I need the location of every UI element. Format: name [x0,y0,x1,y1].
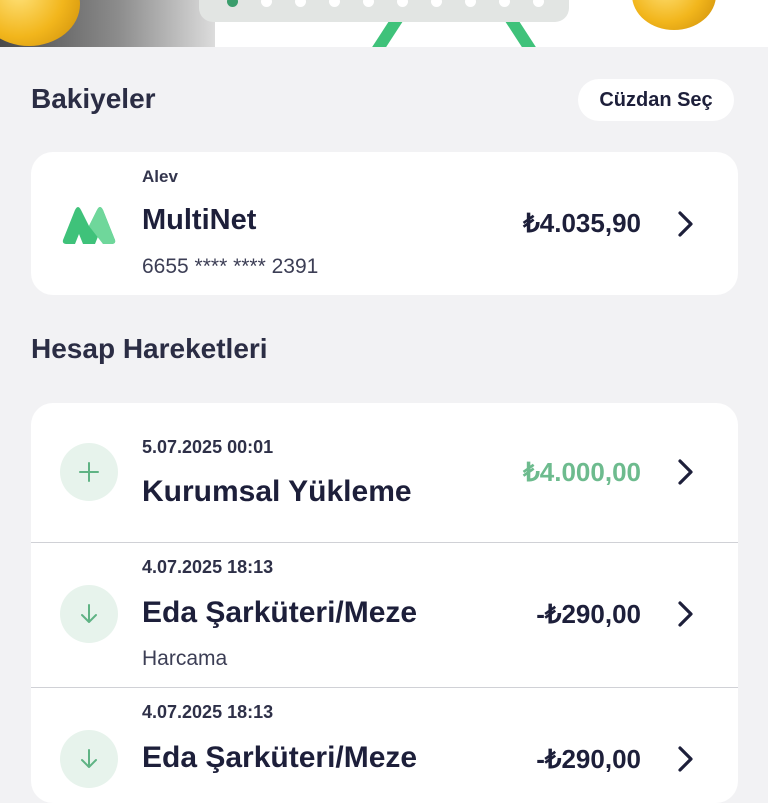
pager-dot[interactable] [499,0,510,7]
card-balance: ₺4.035,90 [523,208,641,238]
plus-icon [60,443,118,501]
pager-dot[interactable] [329,0,340,7]
arrow-down-icon [60,730,118,788]
card-owner-name: Alev [142,167,178,186]
transaction-type: Harcama [142,647,228,670]
pager-dot[interactable] [261,0,272,7]
transaction-row[interactable]: 4.07.2025 18:13 Eda Şarküteri/Meze Harca… [31,543,738,688]
pager-dot[interactable] [533,0,544,7]
promo-banner[interactable] [0,0,768,47]
transaction-title: Eda Şarküteri/Meze [142,596,418,629]
transaction-date: 5.07.2025 00:01 [142,437,274,457]
transactions-list: 5.07.2025 00:01 Kurumsal Yükleme ₺4.000,… [31,403,738,803]
chevron-right-icon[interactable] [674,744,696,774]
transaction-amount: -₺290,00 [536,744,641,774]
transaction-title: Kurumsal Yükleme [142,475,412,508]
chevron-right-icon[interactable] [674,599,696,629]
arrow-down-icon [60,585,118,643]
chevron-right-icon[interactable] [674,209,696,239]
transaction-amount: ₺4.000,00 [523,457,641,487]
card-summary[interactable]: Alev MultiNet 6655 **** **** 2391 ₺4.035… [31,152,738,295]
card-name: MultiNet [142,204,257,236]
pager-dot-active[interactable] [227,0,238,7]
banner-graphic [365,18,405,47]
pager-dot[interactable] [363,0,374,7]
transaction-title: Eda Şarküteri/Meze [142,741,418,774]
select-wallet-button[interactable]: Cüzdan Seç [578,79,734,121]
pager-dot[interactable] [465,0,476,7]
balances-title: Bakiyeler [31,83,156,114]
pager-dot[interactable] [431,0,442,7]
transaction-row[interactable]: 5.07.2025 00:01 Kurumsal Yükleme ₺4.000,… [31,403,738,543]
banner-pager [199,0,569,22]
pager-dot[interactable] [295,0,306,7]
transactions-title: Hesap Hareketleri [31,333,268,364]
chevron-right-icon[interactable] [674,457,696,487]
transaction-date: 4.07.2025 18:13 [142,702,274,722]
transaction-date: 4.07.2025 18:13 [142,557,274,577]
transaction-row[interactable]: 4.07.2025 18:13 Eda Şarküteri/Meze -₺290… [31,688,738,803]
multinet-logo-icon [62,207,116,244]
card-number: 6655 **** **** 2391 [142,255,319,278]
banner-graphic [503,18,543,47]
transaction-amount: -₺290,00 [536,599,641,629]
pager-dot[interactable] [397,0,408,7]
